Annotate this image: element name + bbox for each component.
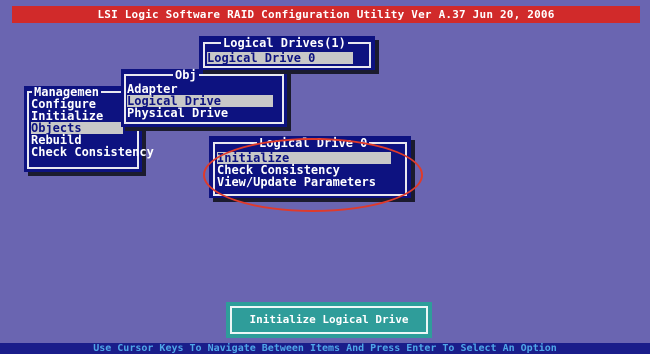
footer-label: Initialize Logical Drive bbox=[230, 306, 428, 334]
menu-item-physical-drive[interactable]: Physical Drive bbox=[127, 107, 228, 119]
footer-box: Initialize Logical Drive bbox=[226, 302, 432, 338]
logical-drives-menu: Logical Drives(1) Logical Drive 0 bbox=[199, 36, 375, 70]
objects-menu-title: Obj bbox=[173, 68, 199, 82]
title-bar: LSI Logic Software RAID Configuration Ut… bbox=[12, 6, 640, 23]
status-bar: Use Cursor Keys To Navigate Between Item… bbox=[0, 343, 650, 354]
logical-drives-menu-title: Logical Drives(1) bbox=[221, 36, 348, 50]
raid-utility-screen: LSI Logic Software RAID Configuration Ut… bbox=[0, 0, 650, 354]
highlight-ellipse bbox=[203, 138, 423, 212]
menu-item-logical-drive-0[interactable]: Logical Drive 0 bbox=[207, 52, 353, 64]
